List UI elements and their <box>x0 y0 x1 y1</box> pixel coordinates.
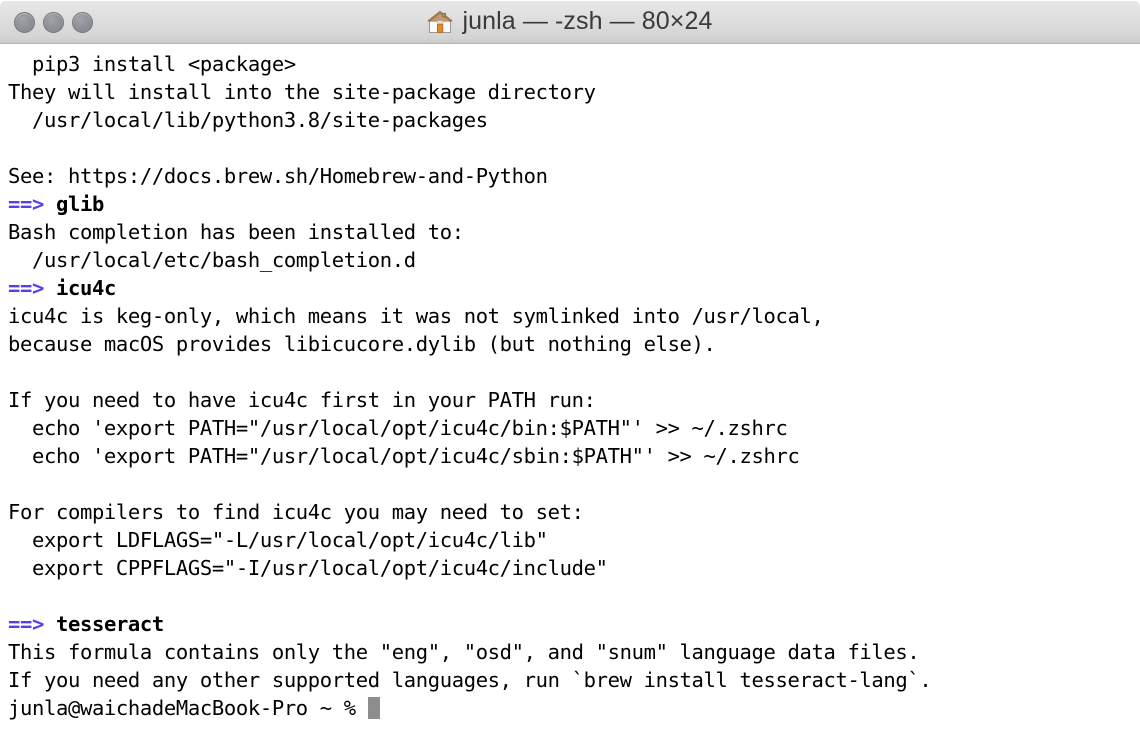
terminal-line: ==> glib <box>8 190 1140 218</box>
section-marker: ==> <box>8 612 44 636</box>
terminal-line-text: For compilers to find icu4c you may need… <box>8 500 584 524</box>
terminal-line-text: pip3 install <package> <box>8 52 296 76</box>
zoom-button[interactable] <box>72 11 93 33</box>
terminal-line-text: If you need to have icu4c first in your … <box>8 388 596 412</box>
terminal-line <box>8 358 1140 386</box>
terminal-line: pip3 install <package> <box>8 50 1140 78</box>
terminal-line-text <box>8 360 20 384</box>
window-title-group: junla — -zsh — 80×24 <box>427 7 712 36</box>
section-marker: ==> <box>8 276 44 300</box>
terminal-line-text: This formula contains only the "eng", "o… <box>8 640 920 664</box>
text-cursor[interactable] <box>367 697 380 719</box>
terminal-line: export CPPFLAGS="-I/usr/local/opt/icu4c/… <box>8 554 1140 582</box>
home-folder-icon <box>427 10 453 33</box>
terminal-line: If you need to have icu4c first in your … <box>8 386 1140 414</box>
terminal-line: junla@waichadeMacBook-Pro ~ % <box>8 694 1140 722</box>
terminal-window: junla — -zsh — 80×24 pip3 install <packa… <box>0 0 1140 730</box>
window-title-text: junla — -zsh — 80×24 <box>462 7 713 35</box>
terminal-line: Bash completion has been installed to: <box>8 218 1140 246</box>
traffic-light-group <box>14 0 93 44</box>
terminal-line-text: /usr/local/lib/python3.8/site-packages <box>8 108 488 132</box>
terminal-line: ==> tesseract <box>8 610 1140 638</box>
terminal-line: echo 'export PATH="/usr/local/opt/icu4c/… <box>8 442 1140 470</box>
terminal-line: This formula contains only the "eng", "o… <box>8 638 1140 666</box>
terminal-line-text: Bash completion has been installed to: <box>8 220 464 244</box>
terminal-line: export LDFLAGS="-L/usr/local/opt/icu4c/l… <box>8 526 1140 554</box>
terminal-line: If you need any other supported language… <box>8 666 1140 694</box>
terminal-line-text: They will install into the site-package … <box>8 80 596 104</box>
terminal-line-text <box>8 584 20 608</box>
terminal-line-text: See: https://docs.brew.sh/Homebrew-and-P… <box>8 164 548 188</box>
terminal-line: They will install into the site-package … <box>8 78 1140 106</box>
terminal-line: See: https://docs.brew.sh/Homebrew-and-P… <box>8 162 1140 190</box>
terminal-line-text <box>8 472 20 496</box>
terminal-line-text: because macOS provides libicucore.dylib … <box>8 332 716 356</box>
terminal-line-text: icu4c is keg-only, which means it was no… <box>8 304 824 328</box>
terminal-line-text: echo 'export PATH="/usr/local/opt/icu4c/… <box>8 444 800 468</box>
shell-prompt: junla@waichadeMacBook-Pro ~ % <box>8 696 368 720</box>
close-button[interactable] <box>14 11 35 33</box>
terminal-line: icu4c is keg-only, which means it was no… <box>8 302 1140 330</box>
formula-name: glib <box>55 192 104 216</box>
terminal-line <box>8 582 1140 610</box>
terminal-line: ==> icu4c <box>8 274 1140 302</box>
terminal-line <box>8 134 1140 162</box>
minimize-button[interactable] <box>43 11 64 33</box>
formula-name: icu4c <box>55 276 116 300</box>
terminal-line-text <box>8 136 20 160</box>
formula-name: tesseract <box>55 612 164 636</box>
terminal-line-text: /usr/local/etc/bash_completion.d <box>8 248 416 272</box>
terminal-line-text: echo 'export PATH="/usr/local/opt/icu4c/… <box>8 416 788 440</box>
terminal-line <box>8 470 1140 498</box>
section-marker: ==> <box>8 192 44 216</box>
terminal-line: /usr/local/lib/python3.8/site-packages <box>8 106 1140 134</box>
terminal-output-area[interactable]: pip3 install <package> They will install … <box>0 44 1140 730</box>
terminal-line-text: export LDFLAGS="-L/usr/local/opt/icu4c/l… <box>8 528 548 552</box>
terminal-line: /usr/local/etc/bash_completion.d <box>8 246 1140 274</box>
terminal-line-text: If you need any other supported language… <box>8 668 932 692</box>
terminal-line: For compilers to find icu4c you may need… <box>8 498 1140 526</box>
terminal-line: echo 'export PATH="/usr/local/opt/icu4c/… <box>8 414 1140 442</box>
terminal-line-text: export CPPFLAGS="-I/usr/local/opt/icu4c/… <box>8 556 608 580</box>
window-titlebar[interactable]: junla — -zsh — 80×24 <box>0 0 1140 44</box>
terminal-line: because macOS provides libicucore.dylib … <box>8 330 1140 358</box>
